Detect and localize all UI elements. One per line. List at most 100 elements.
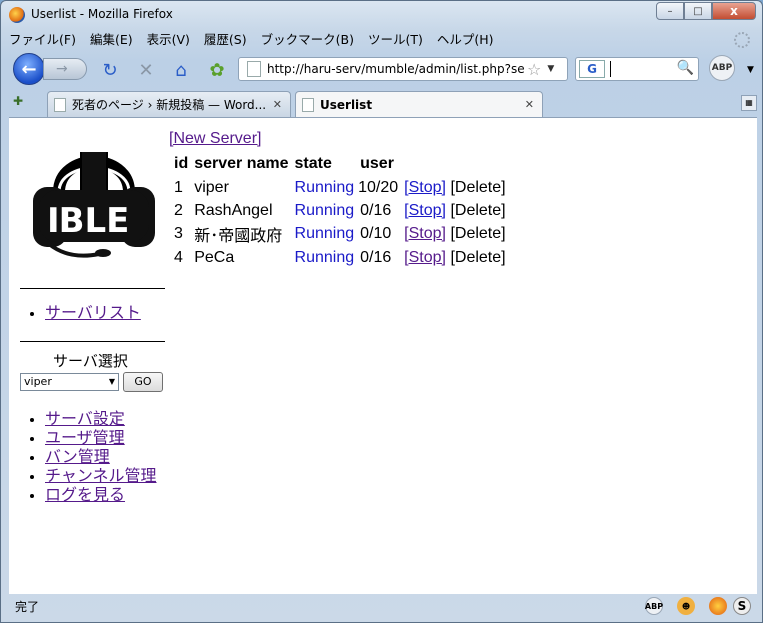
list-item: サーバ設定 xyxy=(45,410,157,429)
sidebar: BLE I サーバリスト サーバ選択 viper ▼ GO サーバ設定 ユーザ管… xyxy=(9,118,169,594)
state-running: Running xyxy=(294,248,355,266)
window-title: Userlist - Mozilla Firefox xyxy=(31,7,173,21)
delete-link[interactable]: [Delete] xyxy=(450,225,505,242)
title-bar: Userlist - Mozilla Firefox – □ x xyxy=(1,1,762,29)
menu-tools[interactable]: ツール(T) xyxy=(368,30,423,50)
greasemonkey-icon[interactable]: ☻ xyxy=(677,597,695,615)
reload-icon[interactable]: ↻ xyxy=(99,59,121,81)
table-header: id server name state user xyxy=(172,152,508,176)
cell-user: 10/20 xyxy=(358,178,399,196)
search-bar[interactable]: G 🔍 xyxy=(575,57,699,81)
menu-help[interactable]: ヘルプ(H) xyxy=(437,30,494,50)
ban-management-link[interactable]: バン管理 xyxy=(45,449,110,466)
cell-id: 2 xyxy=(174,201,183,219)
stop-link[interactable]: [Stop] xyxy=(404,179,446,196)
user-management-link[interactable]: ユーザ管理 xyxy=(45,430,125,447)
tab-list-icon[interactable]: ▦ xyxy=(741,95,757,111)
close-button[interactable]: x xyxy=(712,2,756,20)
url-dropdown-icon[interactable]: ▼ xyxy=(547,64,554,74)
navigation-toolbar: ← → ↻ ✕ ⌂ ✿ http://haru-serv/mumble/admi… xyxy=(9,53,757,85)
svg-text:I: I xyxy=(47,201,60,241)
cell-id: 1 xyxy=(174,178,183,196)
header-server-name: server name xyxy=(194,155,289,172)
go-button[interactable]: GO xyxy=(123,372,163,392)
state-running: Running xyxy=(294,225,355,242)
view-log-link[interactable]: ログを見る xyxy=(45,487,125,504)
menu-history[interactable]: 履歴(S) xyxy=(204,30,247,50)
list-item: チャンネル管理 xyxy=(45,467,157,486)
server-select[interactable]: viper ▼ xyxy=(20,373,119,391)
table-row: 4 PeCa Running 0/16 [Stop] [Delete] xyxy=(172,246,508,269)
cell-name: viper xyxy=(194,178,229,196)
menu-file[interactable]: ファイル(F) xyxy=(9,30,76,50)
firefox-status-icon[interactable] xyxy=(709,597,727,615)
window-controls: – □ x xyxy=(656,2,756,20)
stop-link[interactable]: [Stop] xyxy=(404,225,446,242)
cell-id: 3 xyxy=(174,225,183,242)
address-bar[interactable]: http://haru-serv/mumble/admin/list.php?s… xyxy=(238,57,568,81)
table-row: 1 viper Running 10/20 [Stop] [Delete] xyxy=(172,176,508,199)
svg-text:BLE: BLE xyxy=(59,201,130,241)
cell-user: 0/10 xyxy=(360,225,392,242)
adblock-status-icon[interactable]: ABP xyxy=(645,597,663,615)
tab-userlist[interactable]: Userlist ✕ xyxy=(295,91,543,118)
list-item: サーバリスト xyxy=(45,304,141,323)
stop-icon[interactable]: ✕ xyxy=(135,59,157,81)
new-server-link[interactable]: [New Server] xyxy=(169,130,510,148)
divider xyxy=(20,341,165,342)
delete-link[interactable]: [Delete] xyxy=(450,202,505,219)
cell-user: 0/16 xyxy=(360,201,392,219)
search-engine-icon[interactable]: G xyxy=(579,60,605,78)
tab-label: 死者のページ › 新規投稿 — Word... xyxy=(72,98,267,112)
throbber-icon xyxy=(734,32,750,48)
forward-button[interactable]: → xyxy=(43,58,87,80)
search-icon[interactable]: 🔍 xyxy=(677,60,694,76)
list-item: バン管理 xyxy=(45,448,157,467)
menu-bookmarks[interactable]: ブックマーク(B) xyxy=(261,30,354,50)
divider xyxy=(20,288,165,289)
leaf-icon[interactable]: ✿ xyxy=(206,59,228,81)
table-row: 3 新･帝國政府 Running 0/10 [Stop] [Delete] xyxy=(172,222,508,246)
menu-view[interactable]: 表示(V) xyxy=(147,30,190,50)
s-extension-icon[interactable]: S xyxy=(733,597,751,615)
home-icon[interactable]: ⌂ xyxy=(170,59,192,81)
new-tab-icon[interactable]: ✚ xyxy=(13,94,31,110)
tab-close-icon[interactable]: ✕ xyxy=(525,98,534,111)
channel-management-link[interactable]: チャンネル管理 xyxy=(45,468,157,485)
cell-state: Running xyxy=(293,246,357,269)
mumble-logo: BLE I xyxy=(33,152,155,258)
minimize-button[interactable]: – xyxy=(656,2,684,20)
server-table: id server name state user 1 viper Runnin… xyxy=(170,152,510,269)
server-settings-link[interactable]: サーバ設定 xyxy=(45,411,125,428)
cell-name: 新･帝國政府 xyxy=(194,228,283,245)
tab-wordpress[interactable]: 死者のページ › 新規投稿 — Word... ✕ xyxy=(47,91,291,117)
server-list-link[interactable]: サーバリスト xyxy=(45,305,141,322)
stop-link[interactable]: [Stop] xyxy=(404,249,446,266)
stop-link[interactable]: [Stop] xyxy=(404,202,446,219)
url-text[interactable]: http://haru-serv/mumble/admin/list.php?s… xyxy=(267,62,525,76)
list-item: ログを見る xyxy=(45,486,157,505)
delete-link[interactable]: [Delete] xyxy=(450,249,505,266)
back-button[interactable]: ← xyxy=(13,53,45,85)
maximize-button[interactable]: □ xyxy=(684,2,712,20)
tab-close-icon[interactable]: ✕ xyxy=(273,98,282,111)
menu-bar: ファイル(F) 編集(E) 表示(V) 履歴(S) ブックマーク(B) ツール(… xyxy=(9,30,494,50)
status-bar: 完了 ABP ☻ S xyxy=(9,595,757,618)
tab-label: Userlist xyxy=(320,98,373,112)
cell-name: PeCa xyxy=(194,248,235,266)
bookmark-star-icon[interactable]: ☆ xyxy=(527,60,541,79)
adblock-dropdown-icon[interactable]: ▼ xyxy=(747,65,754,75)
page-content: BLE I サーバリスト サーバ選択 viper ▼ GO サーバ設定 ユーザ管… xyxy=(9,117,757,594)
browser-window: Userlist - Mozilla Firefox – □ x ファイル(F)… xyxy=(0,0,763,623)
cell-actions: [Stop] [Delete] xyxy=(402,199,507,222)
cell-state: Running xyxy=(293,222,357,246)
tab-bar: ✚ 死者のページ › 新規投稿 — Word... ✕ Userlist ✕ ▦ xyxy=(9,89,757,118)
delete-link[interactable]: [Delete] xyxy=(450,179,505,196)
menu-edit[interactable]: 編集(E) xyxy=(90,30,133,50)
table-row: 2 RashAngel Running 0/16 [Stop] [Delete] xyxy=(172,199,508,222)
status-icons: ABP ☻ S xyxy=(645,597,751,615)
header-user: user xyxy=(360,155,394,172)
adblock-button[interactable]: ABP xyxy=(709,55,735,81)
cell-name: RashAngel xyxy=(194,201,273,219)
cell-state: Running xyxy=(293,199,357,222)
